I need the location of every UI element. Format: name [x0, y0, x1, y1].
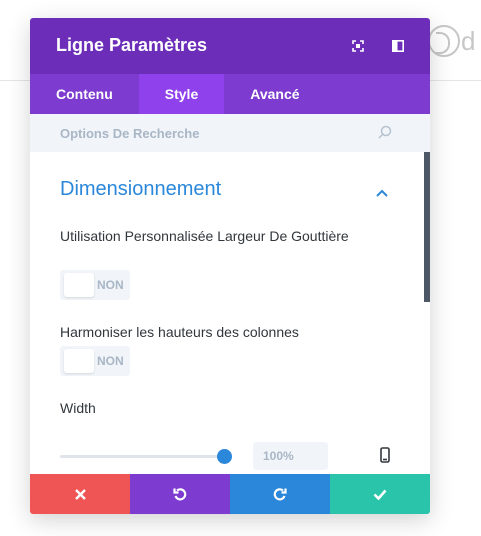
logo-letter: d — [461, 26, 476, 56]
toggle-knob — [64, 349, 94, 373]
check-icon — [373, 489, 387, 500]
settings-modal: Ligne Paramètres Contenu Style Avancé Op… — [30, 18, 430, 514]
divi-logo-icon — [428, 25, 460, 57]
cancel-button[interactable] — [30, 474, 130, 514]
width-label: Width — [60, 400, 96, 416]
scrollbar[interactable] — [424, 152, 430, 302]
close-icon — [74, 488, 86, 500]
save-button[interactable] — [330, 474, 430, 514]
tab-avance[interactable]: Avancé — [224, 74, 325, 114]
section-title[interactable]: Dimensionnement — [60, 178, 221, 201]
toggle-knob — [64, 273, 94, 297]
width-input[interactable] — [253, 442, 328, 470]
equalize-heights-toggle[interactable]: NON — [60, 346, 130, 376]
width-slider-track[interactable] — [60, 455, 224, 458]
mobile-device-icon[interactable] — [380, 447, 390, 468]
chevron-up-icon[interactable] — [376, 184, 388, 202]
modal-footer — [30, 474, 430, 514]
options-search — [30, 114, 430, 152]
equalize-heights-label: Harmoniser les hauteurs des colonnes — [60, 324, 299, 340]
toggle-state: NON — [97, 278, 124, 292]
sidebar-snap-icon[interactable] — [390, 38, 406, 54]
toggle-state: NON — [97, 354, 124, 368]
fullscreen-icon[interactable] — [350, 38, 366, 54]
tab-bar: Contenu Style Avancé — [30, 74, 430, 114]
modal-title: Ligne Paramètres — [56, 35, 208, 55]
redo-button[interactable] — [230, 474, 330, 514]
gutter-width-toggle[interactable]: NON — [60, 270, 130, 300]
search-input[interactable] — [30, 114, 430, 152]
search-icon — [378, 125, 392, 144]
undo-icon — [173, 488, 187, 501]
gutter-width-label: Utilisation Personnalisée Largeur De Gou… — [60, 228, 349, 244]
settings-content: Dimensionnement Utilisation Personnalisé… — [30, 152, 430, 478]
tab-contenu[interactable]: Contenu — [30, 74, 139, 114]
undo-button[interactable] — [130, 474, 230, 514]
redo-icon — [273, 488, 287, 501]
tab-style[interactable]: Style — [138, 74, 225, 114]
width-slider-handle[interactable] — [217, 449, 232, 464]
modal-header: Ligne Paramètres — [30, 18, 430, 74]
